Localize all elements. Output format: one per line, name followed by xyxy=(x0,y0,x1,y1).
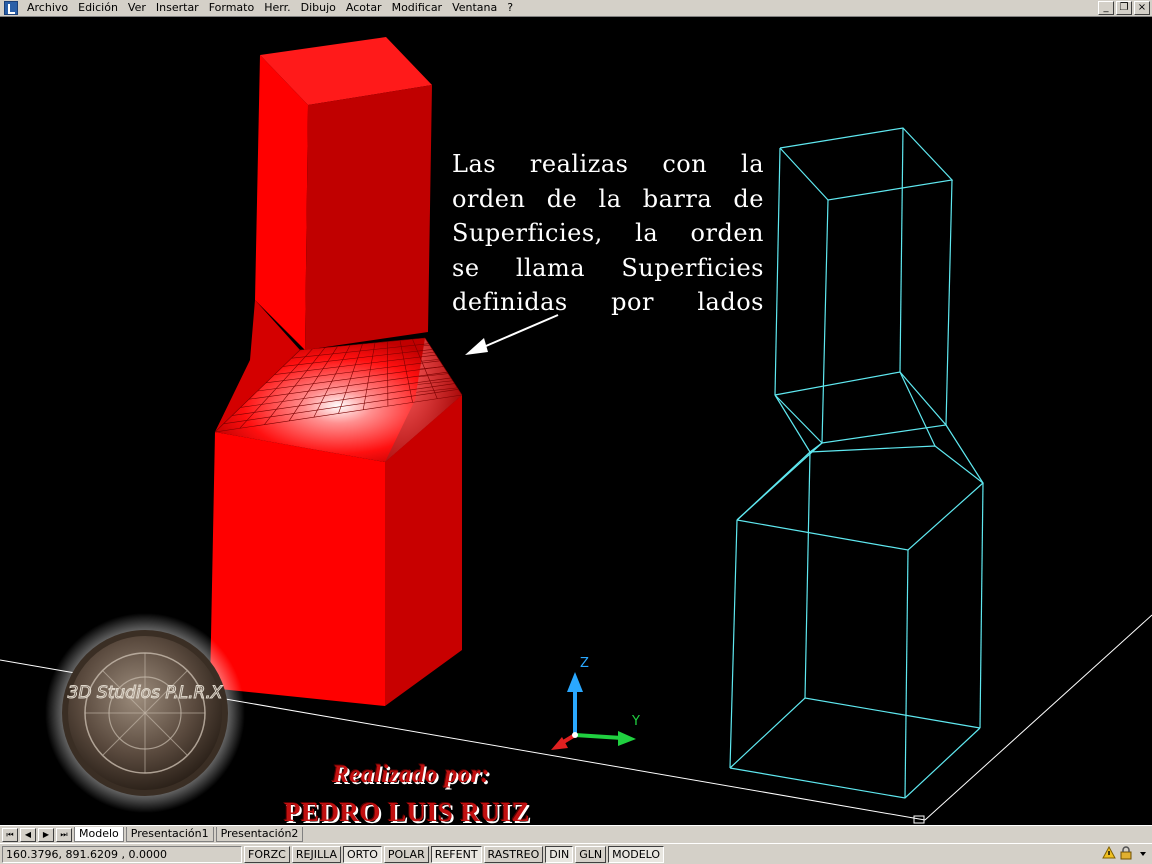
annotation-text: Las realizas con la orden de la barra de… xyxy=(452,147,764,320)
annotation-line: definidas por lados xyxy=(452,288,764,316)
toggle-polar[interactable]: POLAR xyxy=(383,845,429,863)
red-bottom-front-face xyxy=(210,432,385,706)
lock-icon[interactable] xyxy=(1119,846,1133,860)
red-top-left-face xyxy=(255,55,308,350)
next-tab-button[interactable]: ▶ xyxy=(38,827,54,842)
menu-herr[interactable]: Herr. xyxy=(259,0,295,16)
toggle-refent[interactable]: REFENT xyxy=(430,845,482,863)
prev-tab-button[interactable]: ◀ xyxy=(20,827,36,842)
tab-modelo[interactable]: Modelo xyxy=(74,827,124,842)
first-tab-button[interactable]: ⏮ xyxy=(2,827,18,842)
toggle-rastreo[interactable]: RASTREO xyxy=(483,845,544,863)
annotation-arrow xyxy=(465,314,559,355)
menu-help[interactable]: ? xyxy=(502,0,518,16)
last-tab-button[interactable]: ⏭ xyxy=(56,827,72,842)
toggle-gln[interactable]: GLN xyxy=(575,845,607,863)
coordinate-readout[interactable]: 160.3796, 891.6209 , 0.0000 xyxy=(2,845,242,863)
annotation-line: Superficies, la orden xyxy=(452,219,764,247)
status-bar: 160.3796, 891.6209 , 0.0000 FORZC REJILL… xyxy=(0,843,1152,864)
toggle-modelo[interactable]: MODELO xyxy=(608,845,665,863)
ucs-icon: Z Y xyxy=(551,656,640,750)
status-tray xyxy=(1102,846,1150,860)
menu-bar: Archivo Edición Ver Insertar Formato Her… xyxy=(0,0,1152,17)
toggle-rejilla[interactable]: REJILLA xyxy=(291,845,341,863)
close-button[interactable]: × xyxy=(1134,1,1150,15)
cyan-wireframe-model xyxy=(729,127,984,799)
menu-archivo[interactable]: Archivo xyxy=(22,0,73,16)
restore-button[interactable]: ❐ xyxy=(1116,1,1132,15)
tab-presentacion2[interactable]: Presentación2 xyxy=(215,827,304,842)
red-solid-model xyxy=(210,37,463,706)
menu-formato[interactable]: Formato xyxy=(204,0,260,16)
ucs-y-label: Y xyxy=(631,714,640,729)
ucs-z-label: Z xyxy=(580,656,589,671)
logo-text: 3D Studios P.L.R.X xyxy=(68,683,223,703)
layout-tab-bar: ⏮ ◀ ▶ ⏭ Modelo Presentación1 Presentació… xyxy=(0,825,1152,843)
wire-top-rect xyxy=(779,127,954,201)
model-space-scene: Z Y 3D Studios P.L.R.X xyxy=(0,37,1152,824)
menu-modificar[interactable]: Modificar xyxy=(387,0,448,16)
menu-dibujo[interactable]: Dibujo xyxy=(296,0,341,16)
chevron-down-icon[interactable] xyxy=(1136,846,1150,860)
menu-acotar[interactable]: Acotar xyxy=(341,0,387,16)
window-controls: _ ❐ × xyxy=(1098,1,1150,15)
toggle-orto[interactable]: ORTO xyxy=(342,845,382,863)
annotation-line: Las realizas con la xyxy=(452,150,764,178)
menu-edicion[interactable]: Edición xyxy=(73,0,123,16)
autocad-app-icon[interactable] xyxy=(4,1,18,15)
watermark-logo: 3D Studios P.L.R.X xyxy=(45,613,245,813)
credit-realizado-por: Realizado por: xyxy=(332,761,490,788)
drawing-viewport[interactable]: Z Y 3D Studios P.L.R.X Las realizas con … xyxy=(0,17,1152,825)
toggle-forzc[interactable]: FORZC xyxy=(244,845,290,863)
ground-edge-line xyxy=(924,614,1152,821)
minimize-button[interactable]: _ xyxy=(1098,1,1114,15)
annotation-line: orden de la barra de xyxy=(452,184,764,213)
menu-insertar[interactable]: Insertar xyxy=(151,0,204,16)
tab-presentacion1[interactable]: Presentación1 xyxy=(125,827,214,842)
annotation-line: se llama Superficies xyxy=(452,253,764,282)
menu-ventana[interactable]: Ventana xyxy=(447,0,502,16)
toggle-din[interactable]: DIN xyxy=(545,845,574,863)
menu-ver[interactable]: Ver xyxy=(123,0,151,16)
red-top-right-face xyxy=(305,85,432,350)
credit-author-name: PEDRO LUIS RUIZ xyxy=(283,797,531,825)
communication-center-icon[interactable] xyxy=(1102,846,1116,860)
